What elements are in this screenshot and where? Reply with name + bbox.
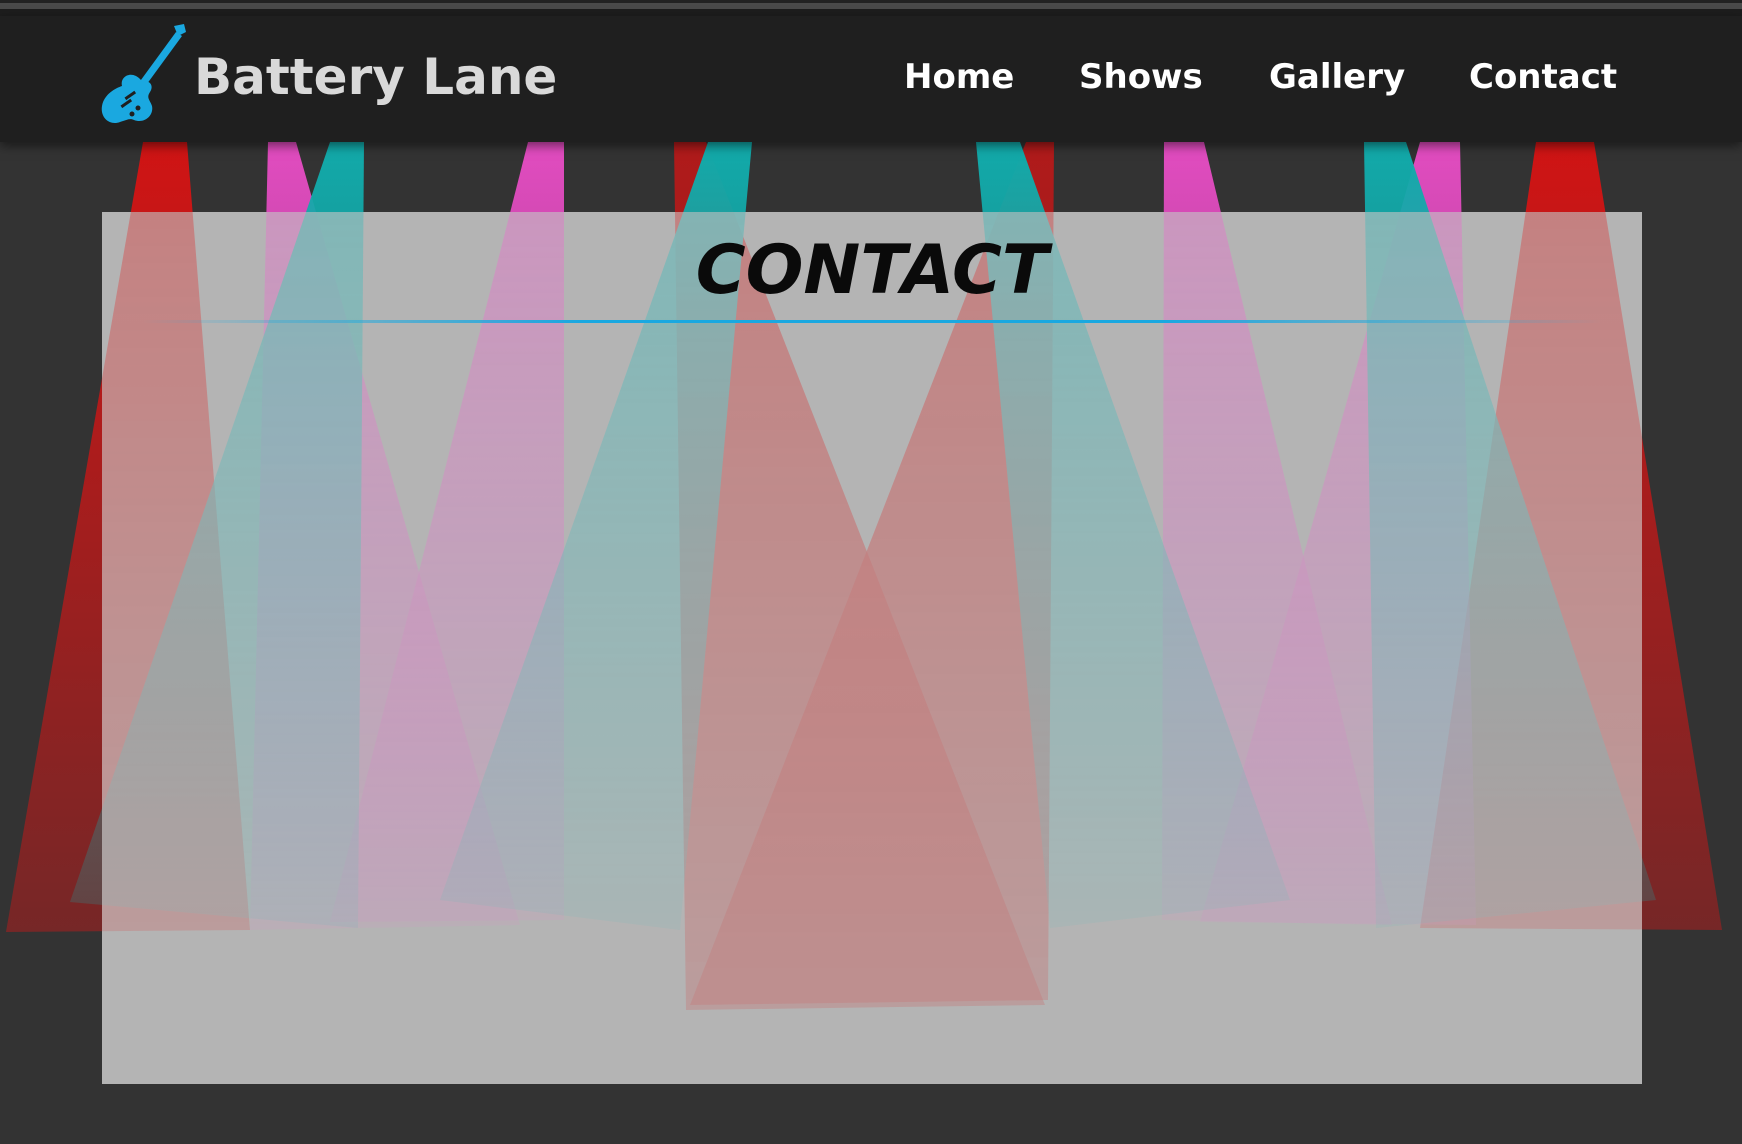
nav-contact-link[interactable]: Contact [1469, 60, 1617, 94]
page-title: CONTACT [695, 231, 1049, 310]
site-header: Battery Lane Home Shows Gallery Contact [0, 16, 1742, 142]
main-nav: Home Shows Gallery Contact [0, 16, 1742, 142]
nav-shows-link[interactable]: Shows [1079, 60, 1203, 94]
title-divider [142, 320, 1602, 323]
window-top-border [0, 0, 1742, 16]
nav-gallery-link[interactable]: Gallery [1269, 60, 1405, 94]
contact-panel: CONTACT [102, 212, 1642, 1084]
panel-spotlight-overlay [102, 212, 1642, 1010]
nav-home-link[interactable]: Home [904, 60, 1014, 94]
